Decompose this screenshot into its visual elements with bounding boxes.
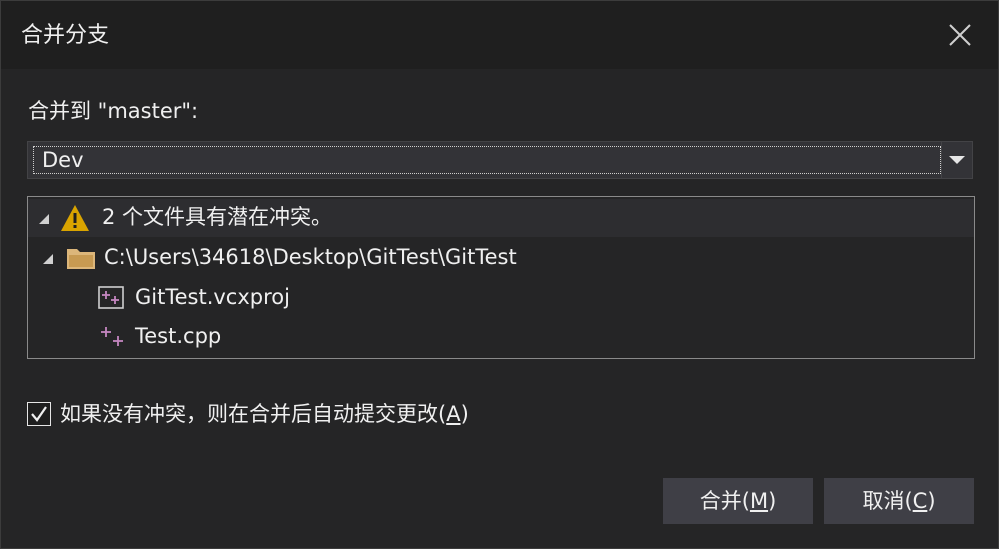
merge-target-label: 合并到 "master":: [28, 99, 199, 123]
merge-button[interactable]: 合并(M): [663, 478, 813, 524]
selected-branch[interactable]: Dev: [33, 146, 941, 174]
tree-row-file[interactable]: GitTest.vcxproj: [28, 279, 974, 317]
auto-commit-label-text: 如果没有冲突，则在合并后自动提交更改(: [60, 402, 447, 426]
file-name: Test.cpp: [135, 324, 222, 348]
checkmark-icon: [31, 406, 47, 422]
branch-dropdown[interactable]: Dev: [27, 141, 973, 179]
auto-commit-label-suffix: ): [460, 402, 469, 426]
auto-commit-label[interactable]: 如果没有冲突，则在合并后自动提交更改(A): [60, 400, 469, 428]
tree-row-folder[interactable]: C:\Users\34618\Desktop\GitTest\GitTest: [28, 239, 974, 277]
dialog-title: 合并分支: [21, 23, 110, 48]
tree-row-conflict-summary[interactable]: 2 个文件具有潜在冲突。: [28, 199, 974, 237]
cancel-button-suffix: ): [927, 489, 936, 513]
merge-branch-dialog: 合并分支 合并到 "master": Dev 2 个文件具有潜在冲突。 C:\U…: [0, 0, 999, 549]
title-bar: 合并分支: [1, 1, 998, 69]
warning-icon: [61, 205, 89, 231]
folder-icon: [67, 249, 95, 269]
expanded-arrow-icon[interactable]: [42, 253, 54, 265]
close-button[interactable]: [944, 19, 976, 51]
conflict-summary-text: 2 个文件具有潜在冲突。: [102, 205, 333, 229]
expanded-arrow-icon[interactable]: [38, 213, 50, 225]
auto-commit-checkbox[interactable]: [27, 402, 51, 426]
cpp-file-icon: [101, 327, 123, 346]
accelerator-key: A: [446, 402, 461, 426]
folder-path-text: C:\Users\34618\Desktop\GitTest\GitTest: [104, 245, 517, 269]
project-file-icon: [98, 286, 124, 309]
cancel-button-label: 取消(: [862, 489, 913, 513]
chevron-down-icon: [949, 156, 965, 164]
accelerator-key: M: [749, 489, 769, 513]
cancel-button[interactable]: 取消(C): [824, 478, 974, 524]
merge-button-suffix: ): [768, 489, 777, 513]
close-icon: [949, 24, 971, 46]
tree-row-file[interactable]: Test.cpp: [28, 318, 974, 356]
conflict-tree[interactable]: 2 个文件具有潜在冲突。 C:\Users\34618\Desktop\GitT…: [27, 196, 975, 359]
merge-button-label: 合并(: [699, 489, 750, 513]
file-name: GitTest.vcxproj: [135, 285, 290, 309]
dropdown-button[interactable]: [941, 142, 972, 178]
accelerator-key: C: [912, 489, 928, 513]
